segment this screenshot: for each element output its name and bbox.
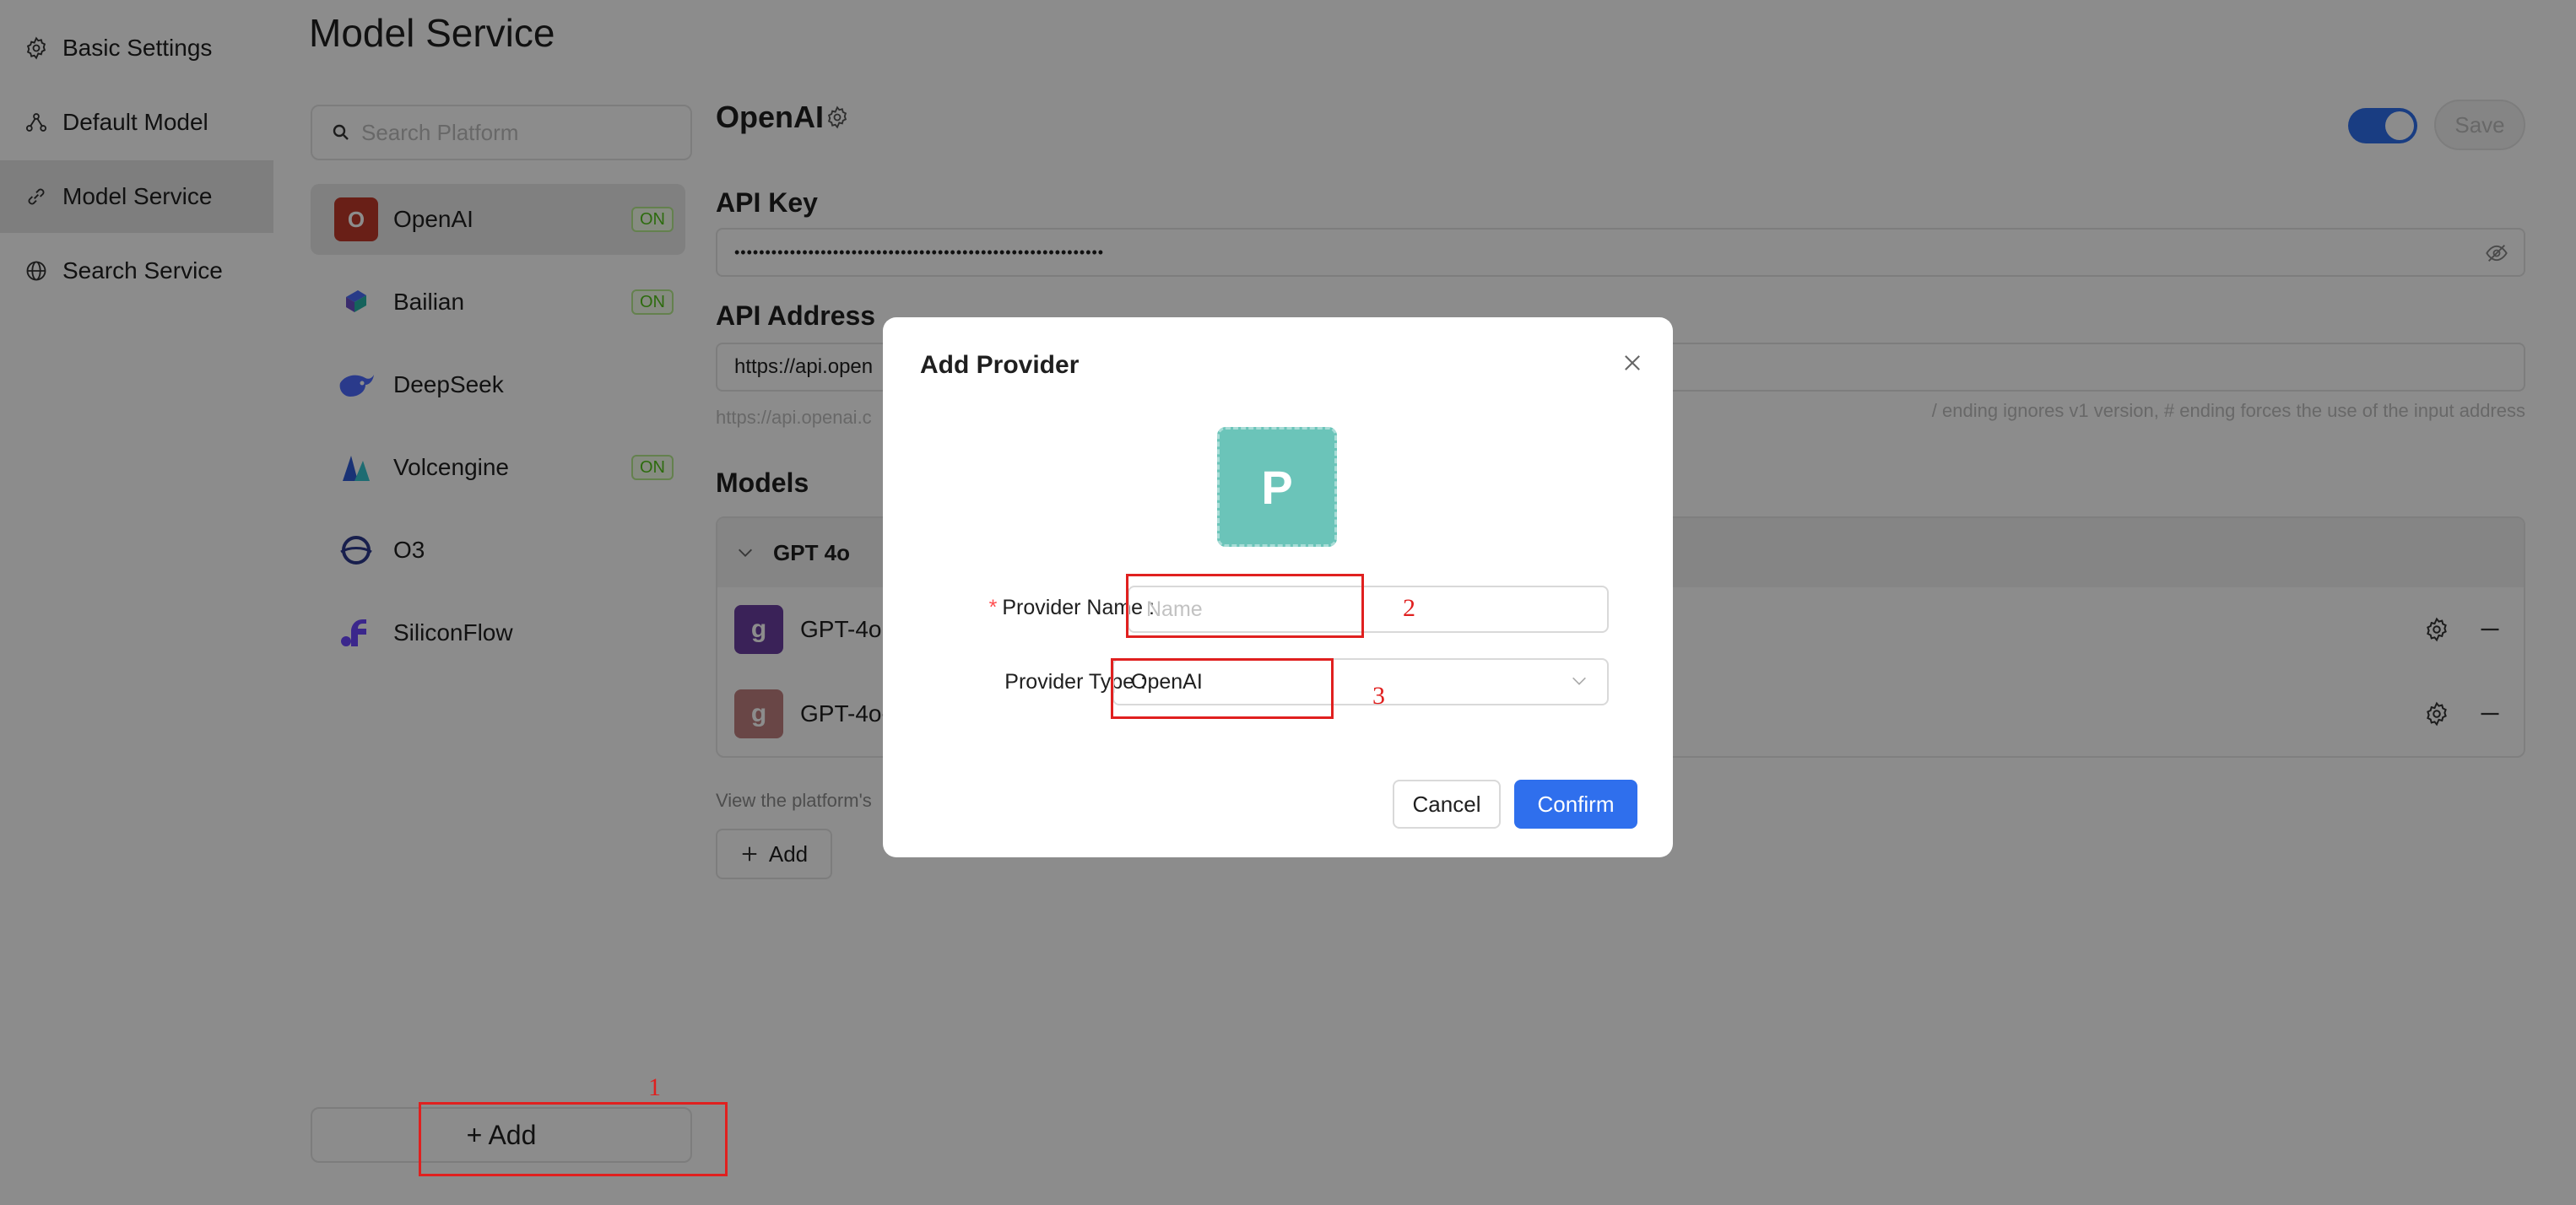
- provider-name-label-text: Provider Name: [1002, 596, 1144, 619]
- confirm-button[interactable]: Confirm: [1514, 780, 1637, 829]
- provider-name-label: * Provider Name :: [988, 596, 1155, 619]
- provider-avatar-upload[interactable]: P: [1217, 427, 1337, 547]
- chevron-down-icon: [1570, 672, 1588, 696]
- annotation-number-3: 3: [1372, 682, 1385, 710]
- annotation-number-2: 2: [1403, 594, 1415, 622]
- app-window: Basic Settings Default Model Model Servi…: [0, 0, 2576, 1205]
- annotation-box-3: [1111, 658, 1334, 719]
- annotation-box-2: [1126, 574, 1364, 638]
- annotation-box-1: [419, 1102, 728, 1176]
- dialog-title: Add Provider: [920, 351, 1080, 379]
- required-mark: *: [988, 596, 998, 619]
- annotation-number-1: 1: [648, 1073, 661, 1101]
- close-icon[interactable]: [1615, 346, 1649, 380]
- cancel-button[interactable]: Cancel: [1393, 780, 1501, 829]
